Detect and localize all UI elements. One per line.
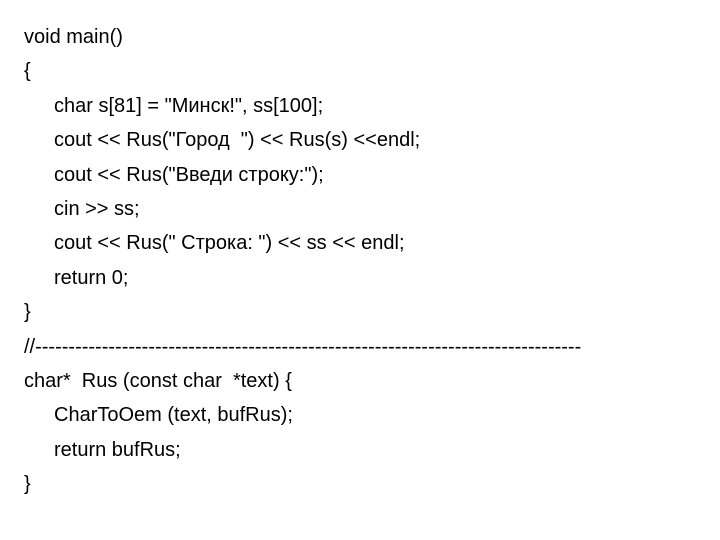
code-line: cin >> ss;: [24, 192, 696, 226]
code-line: cout << Rus("Введи строку:");: [24, 158, 696, 192]
code-line: CharToOem (text, bufRus);: [24, 398, 696, 432]
code-line: cout << Rus("Город ") << Rus(s) <<endl;: [24, 123, 696, 157]
code-line: cout << Rus(" Строка: ") << ss << endl;: [24, 226, 696, 260]
code-line: char* Rus (const char *text) {: [24, 364, 696, 398]
code-line: void main(): [24, 20, 696, 54]
code-line: {: [24, 54, 696, 88]
code-line: }: [24, 295, 696, 329]
code-line: char s[81] = "Минск!", ss[100];: [24, 89, 696, 123]
code-line: return bufRus;: [24, 433, 696, 467]
code-line: }: [24, 467, 696, 501]
code-line: //--------------------------------------…: [24, 330, 696, 364]
code-line: return 0;: [24, 261, 696, 295]
